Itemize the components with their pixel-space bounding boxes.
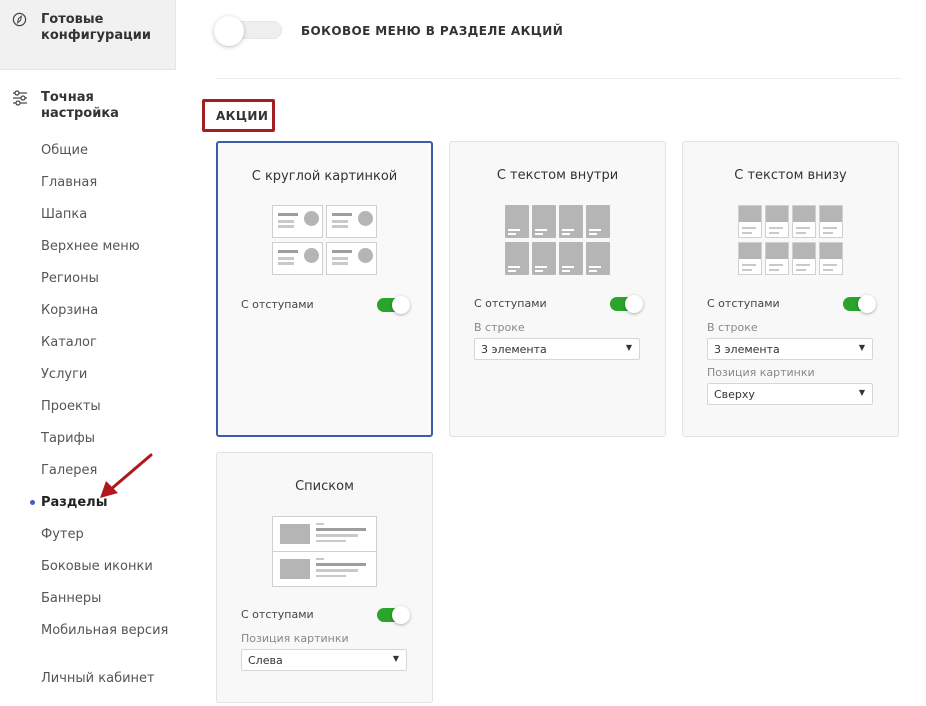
position-select[interactable]: Сверху ▼ (707, 383, 873, 405)
sidebar-item-catalog[interactable]: Каталог (41, 335, 171, 351)
text-inside-preview (505, 205, 611, 277)
sidebar-item-tariffs[interactable]: Тарифы (41, 431, 171, 447)
text-below-preview (738, 205, 844, 277)
padding-label: С отступами (241, 298, 314, 311)
sidebar-item-cart[interactable]: Корзина (41, 303, 171, 319)
ready-configurations-block[interactable]: Готовые конфигурации (0, 0, 176, 70)
sidebar-item-footer[interactable]: Футер (41, 527, 171, 543)
side-menu-toggle-knob (214, 16, 244, 46)
position-select-value: Слева (248, 654, 283, 667)
card-text-below[interactable]: С текстом внизу С отступами В строке 3 э… (682, 141, 899, 437)
padding-label: С отступами (241, 608, 314, 621)
row-select[interactable]: 3 элемента ▼ (474, 338, 640, 360)
padding-switch[interactable] (843, 294, 876, 314)
row-label: В строке (474, 321, 525, 334)
padding-switch[interactable] (377, 295, 410, 315)
position-label: Позиция картинки (707, 366, 815, 379)
position-label: Позиция картинки (241, 632, 349, 645)
round-picture-preview (272, 205, 380, 279)
row-select[interactable]: 3 элемента ▼ (707, 338, 873, 360)
card-list[interactable]: Списком С отступами Позиция картинки Сле… (216, 452, 433, 703)
sidebar-item-general[interactable]: Общие (41, 143, 171, 159)
row-select-value: 3 элемента (481, 343, 547, 356)
card-title: С круглой картинкой (251, 169, 398, 184)
card-title: С текстом внизу (734, 168, 847, 183)
active-indicator-dot (30, 500, 35, 505)
sidebar-item-services[interactable]: Услуги (41, 367, 171, 383)
position-select[interactable]: Слева ▼ (241, 649, 407, 671)
ready-configurations-label: Готовые конфигурации (41, 12, 151, 43)
padding-label: С отступами (707, 297, 780, 310)
row-select-value: 3 элемента (714, 343, 780, 356)
compass-icon (12, 12, 27, 27)
padding-label: С отступами (474, 297, 547, 310)
caret-down-icon: ▼ (392, 654, 399, 663)
card-title: С текстом внутри (496, 168, 619, 183)
caret-down-icon: ▼ (858, 388, 865, 397)
padding-switch[interactable] (377, 605, 410, 625)
row-label: В строке (707, 321, 758, 334)
side-menu-toggle[interactable] (214, 16, 282, 46)
card-text-inside[interactable]: С текстом внутри С отступами В строке 3 … (449, 141, 666, 437)
sidebar-item-header[interactable]: Шапка (41, 207, 171, 223)
fine-tuning-label: Точная настройка (41, 90, 119, 121)
section-title: АКЦИИ (216, 109, 269, 123)
sidebar-item-banners[interactable]: Баннеры (41, 591, 171, 607)
list-preview (272, 516, 378, 588)
sidebar-item-projects[interactable]: Проекты (41, 399, 171, 415)
sidebar-item-account[interactable]: Личный кабинет (41, 671, 171, 687)
card-title: Списком (295, 479, 354, 494)
position-select-value: Сверху (714, 388, 755, 401)
side-menu-toggle-label: БОКОВОЕ МЕНЮ В РАЗДЕЛЕ АКЦИЙ (301, 24, 564, 38)
sidebar-item-side-icons[interactable]: Боковые иконки (41, 559, 171, 575)
sidebar-item-main[interactable]: Главная (41, 175, 171, 191)
card-round-picture[interactable]: С круглой картинкой С отступами (216, 141, 433, 437)
caret-down-icon: ▼ (625, 343, 632, 352)
sliders-icon (13, 90, 27, 106)
divider (216, 78, 901, 79)
annotation-arrow-icon (100, 453, 153, 498)
sidebar-item-top-menu[interactable]: Верхнее меню (41, 239, 171, 255)
sidebar-item-regions[interactable]: Регионы (41, 271, 171, 287)
padding-switch[interactable] (610, 294, 643, 314)
caret-down-icon: ▼ (858, 343, 865, 352)
sidebar-item-mobile[interactable]: Мобильная версия (41, 623, 171, 639)
